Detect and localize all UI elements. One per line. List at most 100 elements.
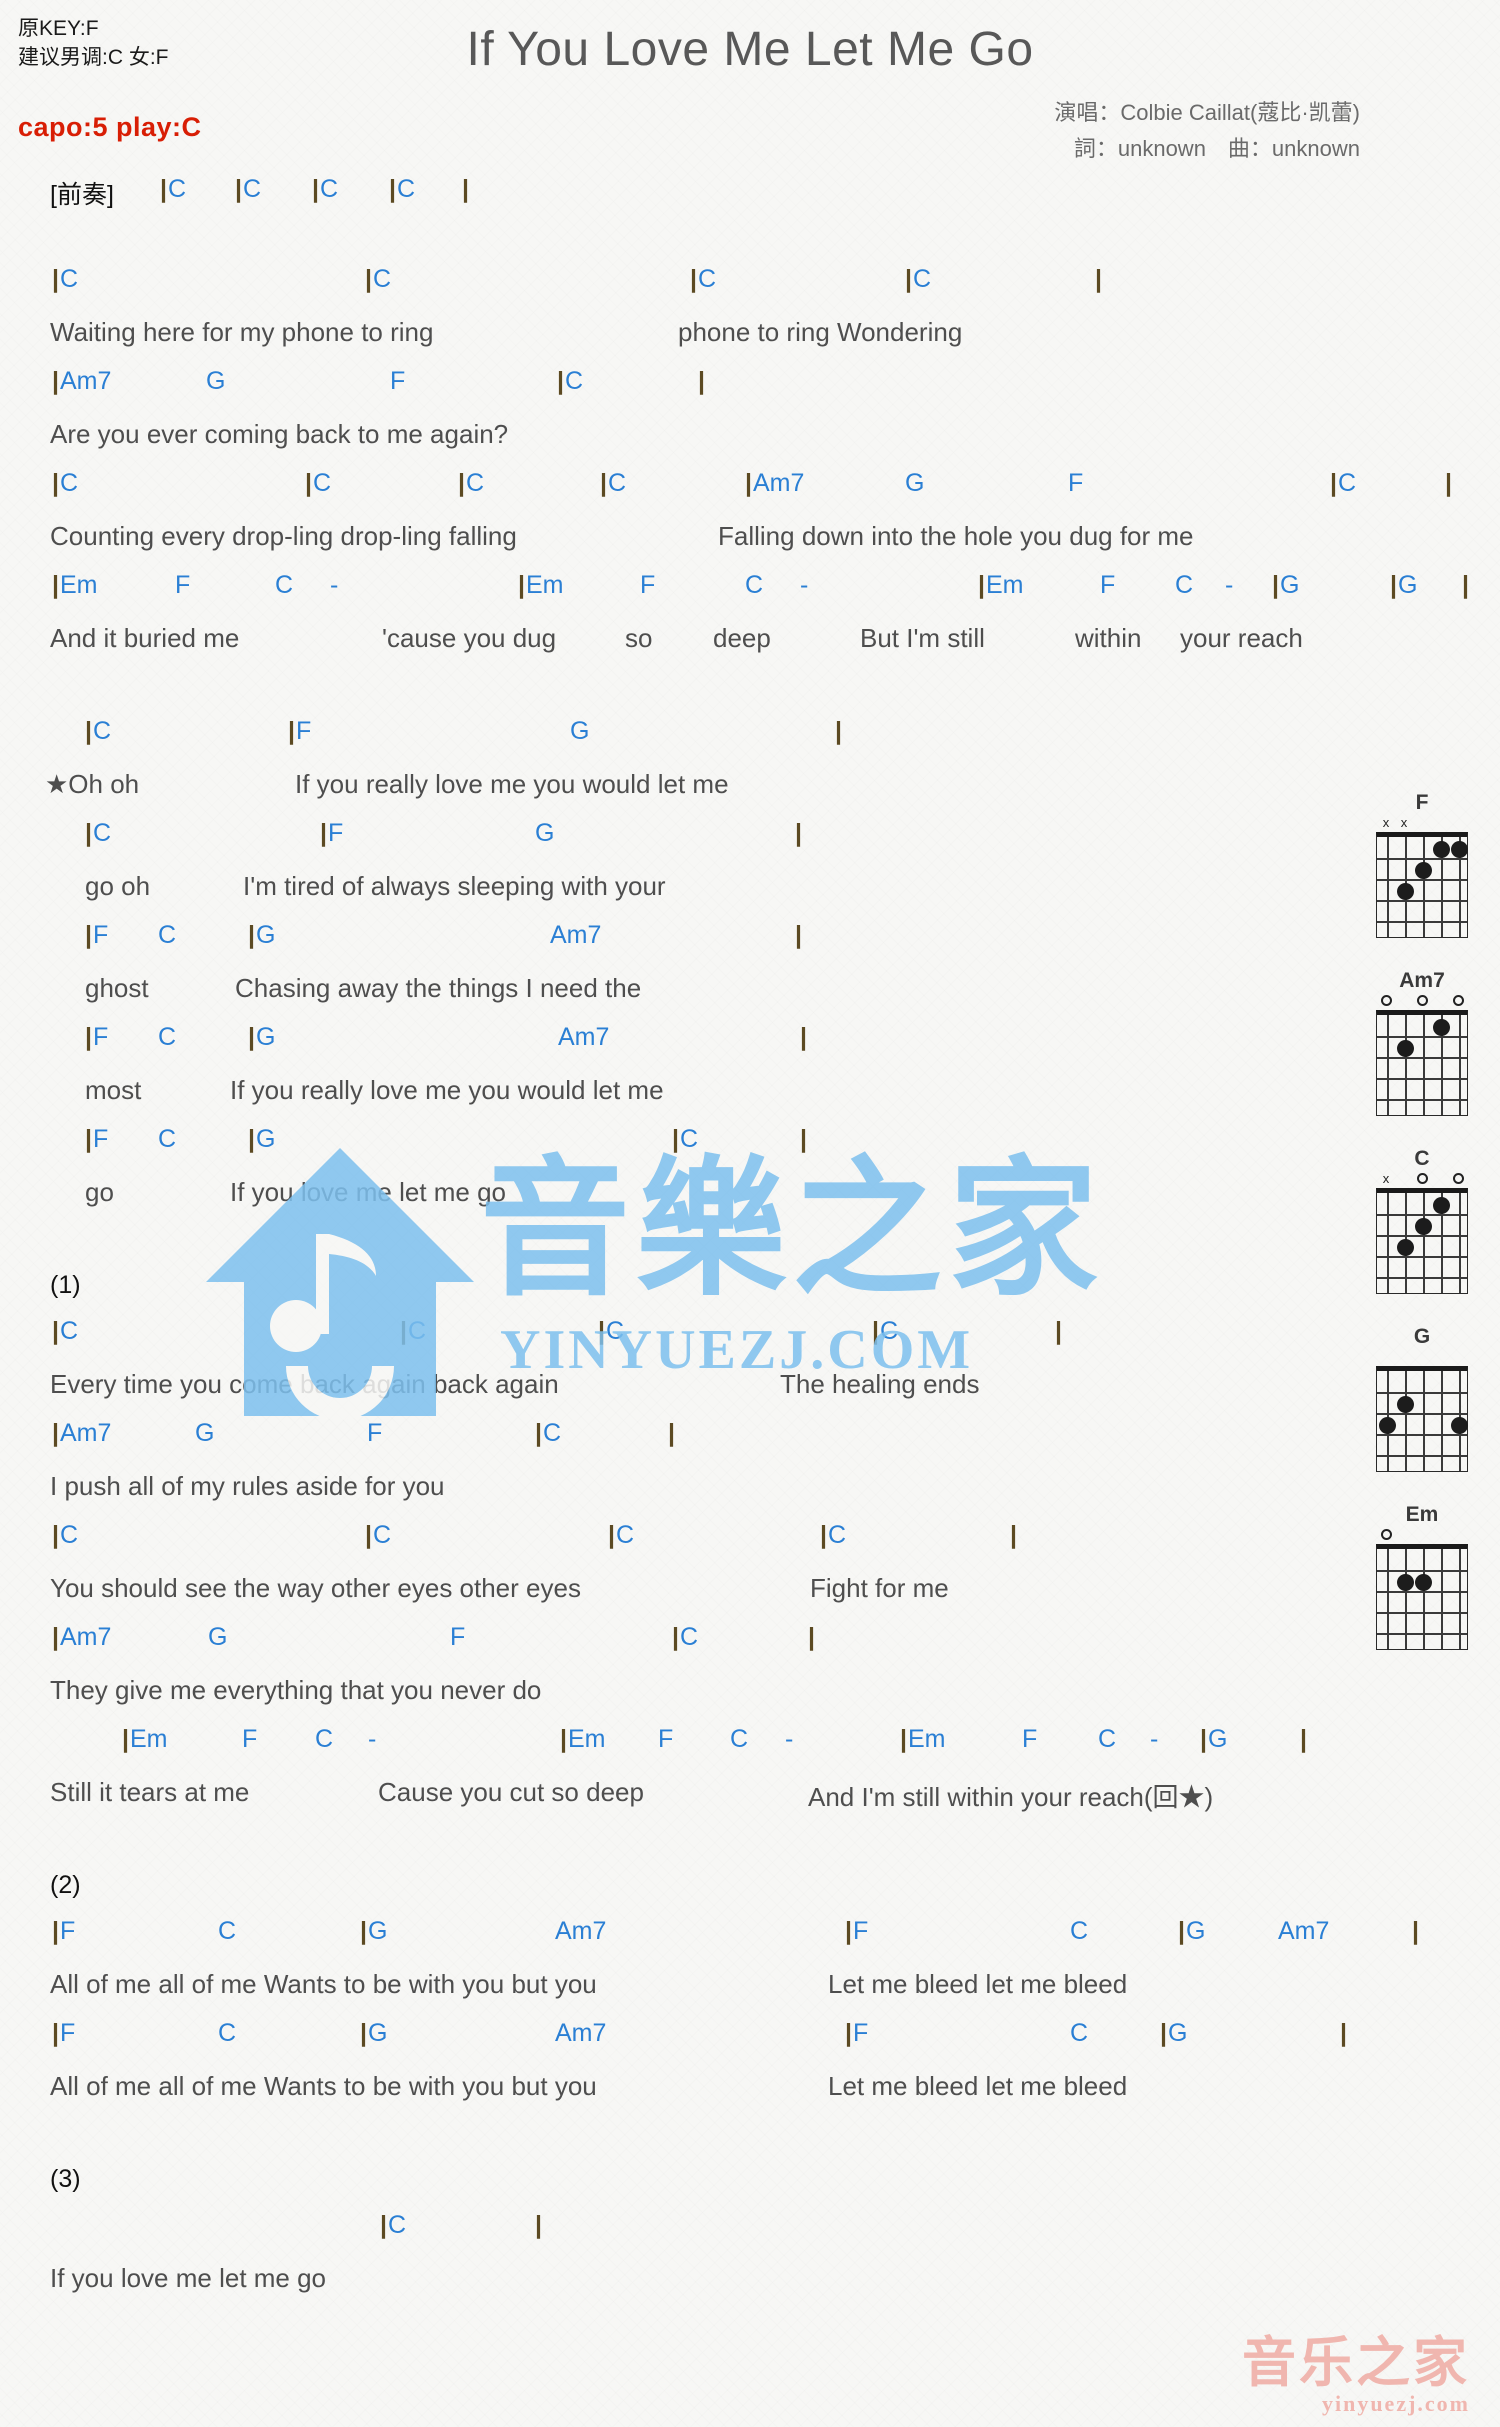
chord-symbol: C [1070,2019,1089,2047]
bar-line: | [248,921,255,949]
chord-symbol: C [408,1317,427,1345]
bar-line: | [800,1125,807,1153]
bar-line: | [672,1623,679,1651]
chord-diagram-name: F [1415,791,1429,814]
lyric-row: All of me all of me Wants to be with you… [0,1969,1330,2019]
chord-symbol: G [368,2019,388,2047]
chord-symbol: C [606,1317,625,1345]
chord-symbol: Em [986,571,1024,599]
section-label-row: (2) [0,1871,1330,1917]
chord-dash: - [368,1725,377,1753]
lyric-row: Are you ever coming back to me again? [0,419,1330,469]
chord-symbol: C [373,1521,392,1549]
chart-block-section3: (3) | C | If you love me let me go [0,2165,1330,2357]
bar-line: | [608,1521,615,1549]
fret-line [1377,1612,1467,1614]
chord-row: | F C | G Am7 | F C | G Am7 | [0,1917,1419,1969]
lyric-text: If you really love me you would let me [230,1075,664,1105]
lyric-row: Waiting here for my phone to ring phone t… [0,317,1330,367]
chord-symbol: C [60,469,79,497]
fret-line [1377,1570,1467,1572]
chord-row: | C | C | C | C | [0,1521,1330,1573]
lyric-text: Waiting here for my phone to ring [50,317,434,347]
chord-symbol: F [93,1023,109,1051]
chord-dash: - [330,571,339,599]
bar-line: | [808,1623,815,1651]
chord-symbol: Em [130,1725,168,1753]
chord-row: | Am7 G F | C | [0,1623,1330,1675]
open-string-icon [1381,995,1392,1006]
finger-dot [1432,1196,1450,1214]
bar-line: | [320,819,327,847]
lyric-row: If you love me let me go [0,2263,1330,2313]
sheet-header: 原KEY:F 建议男调:C 女:F capo:5 play:C If You L… [0,0,1500,175]
chord-symbol: F [93,1125,109,1153]
lyric-text: I push all of my rules aside for you [50,1471,445,1501]
chord-symbol: F [1022,1725,1038,1753]
chord-symbol: F [60,2019,76,2047]
bar-line: | [248,1023,255,1051]
fretboard-grid [1376,1188,1468,1294]
bar-line: | [52,2019,59,2047]
chart-block-intro: [前奏] | C | C | C | C | [0,175,1330,265]
fret-line [1377,1235,1467,1237]
bar-line: | [389,175,396,203]
fret-line [1377,921,1467,923]
chord-symbol: C [243,175,262,203]
chord-symbol: G [570,717,590,745]
fret-line [1377,1099,1467,1101]
page-title: If You Love Me Let Me Go [466,23,1034,76]
fretboard-grid [1376,832,1468,938]
chord-symbol: Em [526,571,564,599]
chord-row: | F C | G Am7 | F C | G | [0,2019,1347,2071]
bar-line: | [1200,1725,1207,1753]
chord-symbol: Em [568,1725,606,1753]
chord-symbol: Am7 [550,921,602,949]
lyric-text: And I'm still within your reach(回★) [808,1782,1214,1812]
bar-line: | [800,1023,807,1051]
lyric-text: ghost [85,973,149,1003]
chord-row: | C | F G | [0,819,1330,871]
finger-dot [1432,1018,1450,1036]
bar-line: | [122,1725,129,1753]
bar-line: | [360,2019,367,2047]
chord-symbol: G [206,367,226,395]
lyric-text: go [85,1177,114,1207]
chord-symbol: C [730,1725,749,1753]
lyric-text: And it buried me [50,623,240,653]
chord-row: | C | [0,2211,1330,2263]
chord-diagram-name: C [1414,1147,1430,1170]
bar-line: | [1160,2019,1167,2047]
chart-block-section1: (1) | C | C | C | C | Every time you come back aga… [0,1271,1330,1871]
chord-symbol: C [828,1521,847,1549]
fret-line [1377,858,1467,860]
bar-line: | [52,1317,59,1345]
lyric-text: I'm tired of always sleeping with your [243,871,666,901]
bar-line: | [598,1317,605,1345]
lyric-text: your reach [1180,623,1303,653]
chord-symbol: Am7 [1278,1917,1330,1945]
bar-line: | [305,469,312,497]
bar-line: | [745,469,752,497]
bar-line: | [698,367,705,395]
chord-symbol: G [1398,571,1418,599]
lyric-text: Let me bleed let me bleed [828,1969,1128,1999]
chord-diagram-em: Em [1352,1502,1492,1672]
lyric-row: All of me all of me Wants to be with you… [0,2071,1330,2121]
chord-symbol: C [698,265,717,293]
muted-string-icon: x [1382,1171,1390,1186]
bar-line: | [52,469,59,497]
chord-row: | C | C | C | C | Am7 G F | C | [0,469,1452,521]
chord-row: | C | C | C | C | [0,265,1330,317]
chord-symbol: Em [908,1725,946,1753]
chord-symbol: F [1100,571,1116,599]
lyric-text: Fight for me [810,1573,949,1603]
chart-block-section2: (2) | F C | G Am7 | F C | G Am7 | All of me all of me … [0,1871,1419,2165]
string-markers [1376,994,1468,1010]
bar-line: | [560,1725,567,1753]
lyric-row: Still it tears at me Cause you cut so dee… [0,1777,1330,1827]
chord-row: | Em F C - | Em F C - | Em F C - | G | G | [0,571,1469,623]
lyric-text: Let me bleed let me bleed [828,2071,1128,2101]
